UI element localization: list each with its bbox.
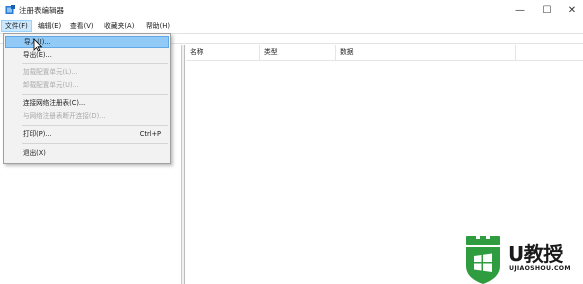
window-title: 注册表编辑器: [19, 6, 64, 15]
menu-favorites[interactable]: 收藏夹(A): [101, 20, 137, 32]
menu-item-exit[interactable]: 退出(X): [5, 147, 169, 159]
file-menu-dropdown: 导入(I)... 导出(E)... 加载配置单元(L)... 卸载配置单元(U)…: [3, 33, 171, 164]
mouse-cursor-icon: [33, 38, 43, 52]
menu-bar: 文件(F) 编辑(E) 查看(V) 收藏夹(A) 帮助(H): [0, 20, 583, 32]
menu-separator: [22, 143, 168, 144]
minimize-button[interactable]: —: [505, 0, 535, 20]
shield-logo-icon: [466, 234, 500, 284]
watermark-logo: U教授 UJIAOSHOU.COM: [463, 234, 583, 284]
menu-item-connect-network-registry[interactable]: 连接网络注册表(C)...: [5, 97, 169, 109]
menu-file[interactable]: 文件(F): [1, 20, 32, 32]
title-bar: 注册表编辑器 — ☐ ✕: [0, 0, 583, 20]
menu-item-unload-hive[interactable]: 卸载配置单元(U)...: [5, 79, 169, 91]
close-button[interactable]: ✕: [557, 0, 583, 20]
menu-item-connect-label: 连接网络注册表(C)...: [23, 99, 86, 107]
menu-item-export[interactable]: 导出(E)...: [5, 49, 169, 61]
column-header-name[interactable]: 名称: [186, 45, 260, 60]
watermark-brand: U教授: [508, 242, 563, 266]
menu-item-print-label: 打印(P)...: [23, 130, 52, 138]
menu-item-disconnect-network-registry[interactable]: 与网络注册表断开连接(D)...: [5, 110, 169, 122]
menu-separator: [22, 125, 168, 126]
watermark-url: UJIAOSHOU.COM: [509, 265, 571, 272]
pane-splitter[interactable]: [182, 45, 185, 284]
header-divider: [186, 60, 583, 61]
menu-item-export-label: 导出(E)...: [23, 51, 52, 59]
menu-separator: [22, 94, 168, 95]
menu-item-disconnect-label: 与网络注册表断开连接(D)...: [23, 112, 106, 120]
menu-item-load-hive-label: 加载配置单元(L)...: [23, 68, 78, 76]
menu-item-exit-label: 退出(X): [23, 149, 46, 157]
column-header-data[interactable]: 数据: [336, 45, 516, 60]
menu-view[interactable]: 查看(V): [67, 20, 97, 32]
menu-item-print[interactable]: 打印(P)... Ctrl+P: [5, 128, 169, 140]
print-shortcut: Ctrl+P: [139, 130, 161, 138]
menu-edit[interactable]: 编辑(E): [35, 20, 64, 32]
column-header-type[interactable]: 类型: [260, 45, 336, 60]
menu-item-load-hive[interactable]: 加载配置单元(L)...: [5, 66, 169, 78]
menu-separator: [22, 63, 168, 64]
menu-item-unload-hive-label: 卸载配置单元(U)...: [23, 81, 79, 89]
menu-item-import[interactable]: 导入(I)...: [5, 36, 169, 48]
menu-help[interactable]: 帮助(H): [143, 20, 173, 32]
registry-editor-icon: [5, 5, 15, 14]
